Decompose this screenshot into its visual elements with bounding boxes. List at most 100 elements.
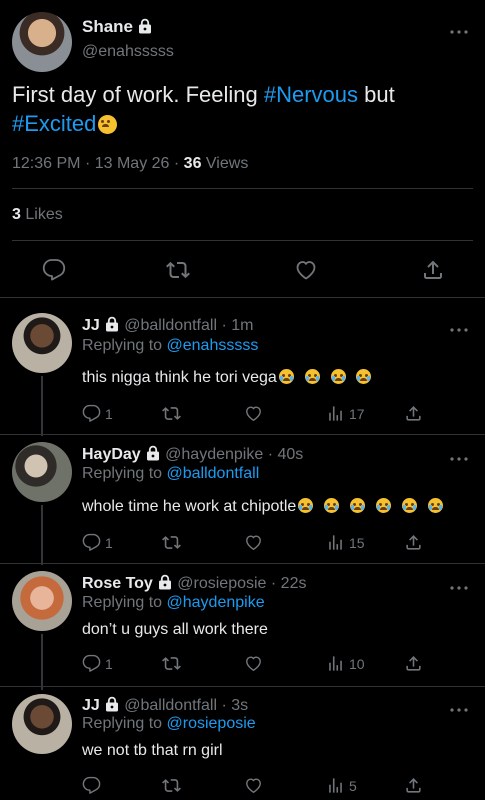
reply-author-handle[interactable]: @balldontfall <box>124 697 217 714</box>
like-button[interactable] <box>244 776 263 795</box>
crying-emoji-icon <box>330 369 346 384</box>
replying-to-link[interactable]: @rosieposie <box>167 715 256 732</box>
tweet-text-body: First day of work. Feeling <box>12 82 264 107</box>
crying-emoji-icon <box>350 498 366 513</box>
divider <box>0 686 485 687</box>
like-icon <box>244 533 263 552</box>
share-button[interactable] <box>404 776 423 795</box>
more-icon[interactable] <box>449 22 469 36</box>
reply-author-name[interactable]: HayDay <box>82 446 141 463</box>
retweet-button[interactable] <box>162 533 181 552</box>
reply-text: whole time he work at chipotle <box>82 498 297 515</box>
reply-author-name[interactable]: JJ <box>82 697 100 714</box>
like-button[interactable] <box>294 258 318 287</box>
reply-author-handle[interactable]: @balldontfall <box>124 317 217 334</box>
views-button[interactable]: 10 <box>326 654 365 673</box>
likes-count: 3 <box>12 206 21 223</box>
divider <box>12 240 473 241</box>
author-name[interactable]: Shane <box>82 17 133 36</box>
likes-label: Likes <box>25 206 63 223</box>
reply-icon <box>82 533 101 552</box>
crying-emoji-icon <box>427 498 443 513</box>
crying-emoji-icon <box>278 369 294 384</box>
likes-summary[interactable]: 3 Likes <box>12 206 63 224</box>
like-button[interactable] <box>244 533 263 552</box>
reply-icon <box>42 258 66 282</box>
reply-icon <box>82 404 101 423</box>
separator: · <box>84 155 91 172</box>
crying-emoji-icon <box>356 369 372 384</box>
reply-author-handle[interactable]: @rosieposie <box>177 575 266 592</box>
reply-author-name[interactable]: Rose Toy <box>82 575 153 592</box>
author-handle[interactable]: @enahsssss <box>82 43 174 61</box>
retweet-button[interactable] <box>162 776 181 795</box>
replying-to-link[interactable]: @haydenpike <box>167 594 265 611</box>
views-icon <box>326 404 345 423</box>
replying-label: Replying to <box>82 465 163 482</box>
tweet-date[interactable]: 13 May 26 <box>95 155 170 172</box>
reply-button[interactable] <box>82 776 105 795</box>
crying-emoji-icon <box>376 498 391 513</box>
separator: · <box>173 155 180 172</box>
reply-button[interactable] <box>42 258 66 287</box>
avatar[interactable] <box>12 442 72 502</box>
views-button[interactable]: 15 <box>326 533 365 552</box>
reply-icon <box>82 776 101 795</box>
reply-button[interactable]: 1 <box>82 654 113 673</box>
share-icon <box>404 404 423 423</box>
retweet-button[interactable] <box>162 404 181 423</box>
tweet-time[interactable]: 12:36 PM <box>12 155 80 172</box>
hashtag-excited[interactable]: #Excited <box>12 111 96 136</box>
avatar[interactable] <box>12 313 72 373</box>
replying-to-link[interactable]: @enahsssss <box>167 337 259 354</box>
avatar[interactable] <box>12 694 72 754</box>
like-button[interactable] <box>244 404 263 423</box>
reply-text: this nigga think he tori vega <box>82 369 277 386</box>
share-button[interactable] <box>421 258 445 287</box>
crying-emoji-icon <box>298 498 314 513</box>
views-label: Views <box>205 155 249 172</box>
retweet-icon <box>162 654 181 673</box>
reply-text: we not tb that rn girl <box>82 742 223 759</box>
like-icon <box>244 776 263 795</box>
share-button[interactable] <box>404 654 423 673</box>
tweet-text-mid: but <box>358 82 395 107</box>
replying-label: Replying to <box>82 715 163 732</box>
like-icon <box>294 258 318 282</box>
share-icon <box>404 654 423 673</box>
tweet-text: First day of work. Feeling #Nervous but … <box>12 80 472 138</box>
reply-author-handle[interactable]: @haydenpike <box>165 446 263 463</box>
views-icon <box>326 533 345 552</box>
avatar[interactable] <box>12 571 72 631</box>
avatar[interactable] <box>12 12 72 72</box>
like-icon <box>244 404 263 423</box>
divider <box>0 434 485 435</box>
reply-author-name[interactable]: JJ <box>82 317 100 334</box>
reply-button[interactable]: 1 <box>82 533 113 552</box>
hashtag-nervous[interactable]: #Nervous <box>264 82 358 107</box>
views-count: 17 <box>349 405 365 422</box>
reply-time: · 40s <box>267 446 304 463</box>
share-button[interactable] <box>404 404 423 423</box>
views-icon <box>326 776 345 795</box>
retweet-button[interactable] <box>166 258 190 287</box>
views-count: 5 <box>349 777 357 794</box>
views-button[interactable]: 17 <box>326 404 365 423</box>
share-icon <box>404 533 423 552</box>
like-button[interactable] <box>244 654 263 673</box>
share-button[interactable] <box>404 533 423 552</box>
views-button[interactable]: 5 <box>326 776 357 795</box>
reply-text: don’t u guys all work there <box>82 621 268 638</box>
views-count: 15 <box>349 534 365 551</box>
more-icon[interactable] <box>449 320 469 334</box>
more-icon[interactable] <box>449 700 469 714</box>
more-icon[interactable] <box>449 449 469 463</box>
more-icon[interactable] <box>449 578 469 592</box>
reply-button[interactable]: 1 <box>82 404 113 423</box>
retweet-button[interactable] <box>162 654 181 673</box>
reply-icon <box>82 654 101 673</box>
divider <box>0 297 485 298</box>
emoji-icon <box>98 115 118 134</box>
replying-to-link[interactable]: @balldontfall <box>167 465 260 482</box>
crying-emoji-icon <box>401 498 417 513</box>
